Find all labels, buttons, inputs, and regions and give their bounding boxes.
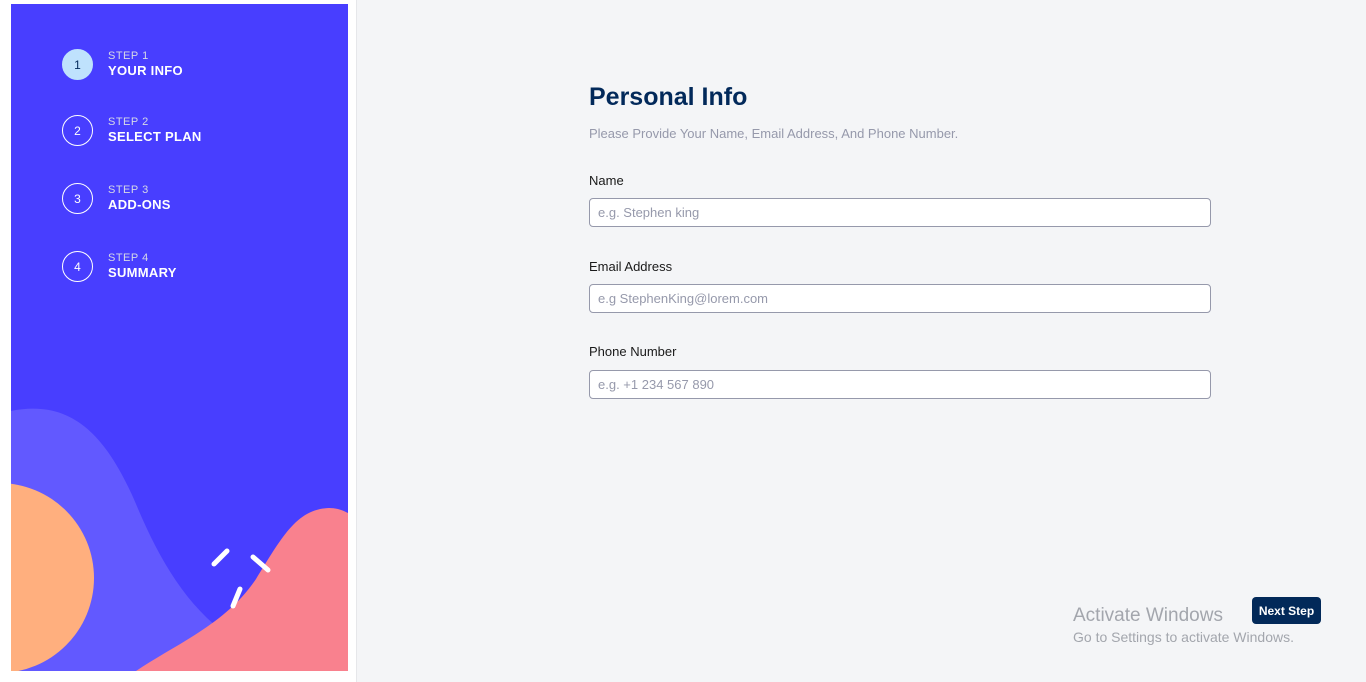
name-input[interactable]	[589, 198, 1211, 227]
watermark-subtitle: Go to Settings to activate Windows.	[1073, 629, 1294, 645]
sidebar-step-3[interactable]: 3 STEP 3 ADD-ONS	[62, 183, 171, 214]
step-number-circle: 1	[62, 49, 93, 80]
next-step-button[interactable]: Next Step	[1252, 597, 1321, 624]
sidebar-illustration	[11, 408, 348, 671]
step-title: YOUR INFO	[108, 63, 183, 78]
step-label: STEP 2	[108, 116, 149, 128]
page-title: Personal Info	[589, 83, 748, 111]
sidebar: 1 STEP 1 YOUR INFO 2 STEP 2 SELECT PLAN …	[11, 4, 348, 671]
page-subtitle: Please Provide Your Name, Email Address,…	[589, 126, 959, 141]
email-input[interactable]	[589, 284, 1211, 313]
step-number-circle: 2	[62, 115, 93, 146]
step-label: STEP 3	[108, 184, 149, 196]
email-label: Email Address	[589, 259, 673, 274]
phone-input[interactable]	[589, 370, 1211, 399]
step-number-circle: 4	[62, 251, 93, 282]
sidebar-step-2[interactable]: 2 STEP 2 SELECT PLAN	[62, 115, 202, 146]
app-window: 1 STEP 1 YOUR INFO 2 STEP 2 SELECT PLAN …	[0, 0, 1366, 682]
step-label: STEP 4	[108, 252, 149, 264]
name-label: Name	[589, 173, 624, 188]
step-title: ADD-ONS	[108, 197, 171, 212]
step-number-circle: 3	[62, 183, 93, 214]
step-title: SELECT PLAN	[108, 129, 202, 144]
step-title: SUMMARY	[108, 265, 177, 280]
personal-info-form: Personal Info Please Provide Your Name, …	[589, 80, 1211, 399]
sidebar-step-1[interactable]: 1 STEP 1 YOUR INFO	[62, 49, 183, 80]
phone-label: Phone Number	[589, 344, 677, 359]
step-label: STEP 1	[108, 50, 149, 62]
sidebar-frame: 1 STEP 1 YOUR INFO 2 STEP 2 SELECT PLAN …	[0, 0, 357, 682]
sidebar-step-4[interactable]: 4 STEP 4 SUMMARY	[62, 251, 177, 282]
sparkle-line-1	[211, 548, 230, 567]
